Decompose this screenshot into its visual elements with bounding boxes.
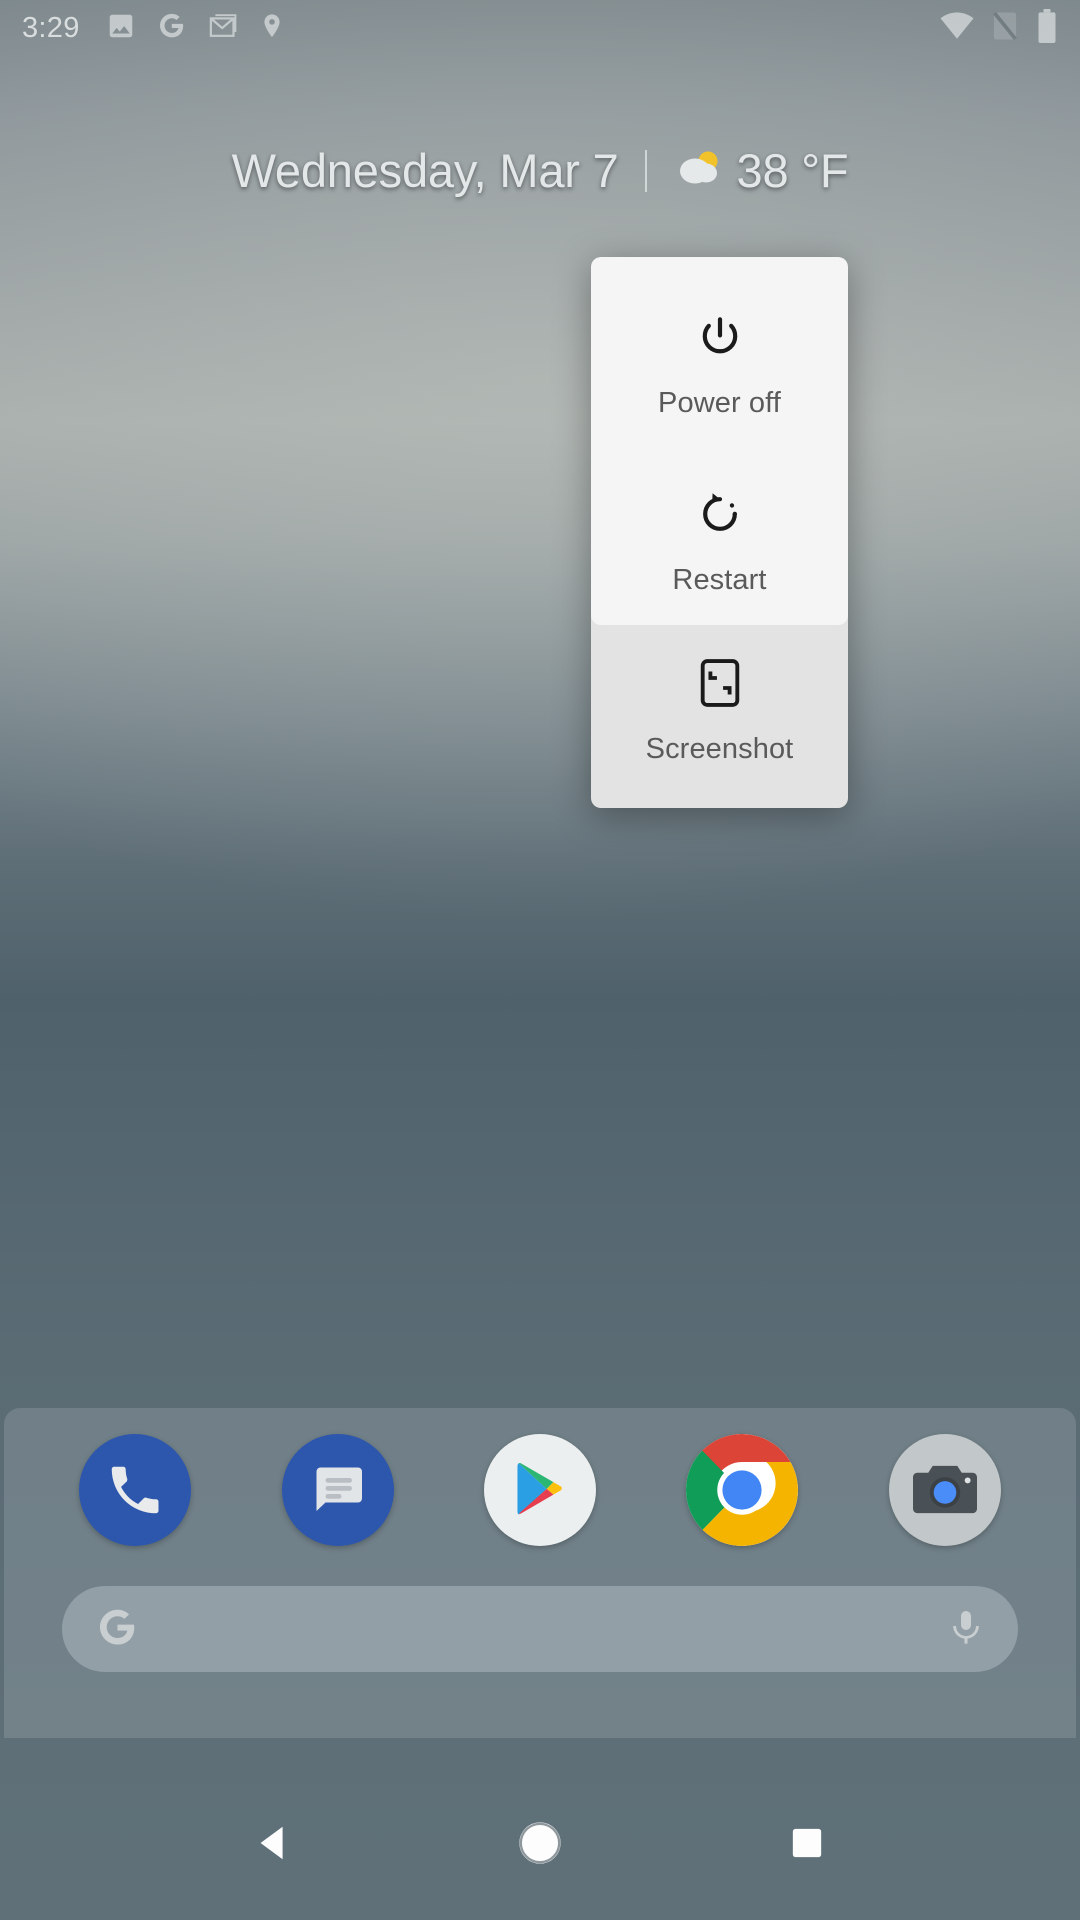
power-menu-primary-panel: Power off Restart [591,257,848,625]
status-bar: 3:29 [0,0,1080,56]
power-off-label: Power off [658,387,781,419]
navigation-bar [0,1765,1080,1920]
wifi-icon [940,9,974,48]
status-bar-clock: 3:29 [22,11,80,44]
screenshot-icon [698,655,742,711]
dock-app-phone[interactable] [79,1434,192,1546]
google-icon [156,10,187,46]
partly-cloudy-icon [673,146,725,195]
screenshot-button[interactable]: Screenshot [591,637,848,776]
dock-app-chrome[interactable] [686,1434,799,1546]
dock-app-play-store[interactable] [483,1434,596,1546]
microphone-icon[interactable] [946,1607,986,1652]
google-g-icon [94,1604,140,1655]
search-input[interactable] [140,1586,946,1672]
screenshot-label: Screenshot [645,733,794,765]
date-weather-widget[interactable]: Wednesday, Mar 7 38 °F [0,143,1080,198]
status-bar-system-icons [940,8,1058,48]
no-sim-icon [991,10,1019,47]
dock-app-camera[interactable] [888,1434,1001,1546]
photos-icon [106,11,136,46]
restart-label: Restart [672,564,767,596]
dock-app-row [4,1434,1076,1546]
status-bar-notification-icons [106,10,286,46]
google-search-bar[interactable] [62,1586,1018,1672]
widget-date-text[interactable]: Wednesday, Mar 7 [232,143,619,198]
restart-button[interactable]: Restart [591,430,848,607]
back-button[interactable] [223,1793,323,1893]
widget-divider [644,149,647,192]
dock [4,1408,1076,1738]
power-menu-dialog[interactable]: Power off Restart Screenshot [591,257,848,808]
widget-weather[interactable]: 38 °F [673,143,849,198]
home-button[interactable] [490,1793,590,1893]
restart-icon [696,486,744,542]
location-icon [258,12,286,45]
recents-button[interactable] [757,1793,857,1893]
power-menu-secondary-panel: Screenshot [591,615,848,808]
widget-temperature-text[interactable]: 38 °F [737,143,849,198]
power-off-button[interactable]: Power off [591,287,848,430]
gmail-icon [207,10,238,46]
dock-app-messages[interactable] [281,1434,394,1546]
battery-icon [1036,8,1058,48]
power-icon [696,309,744,365]
